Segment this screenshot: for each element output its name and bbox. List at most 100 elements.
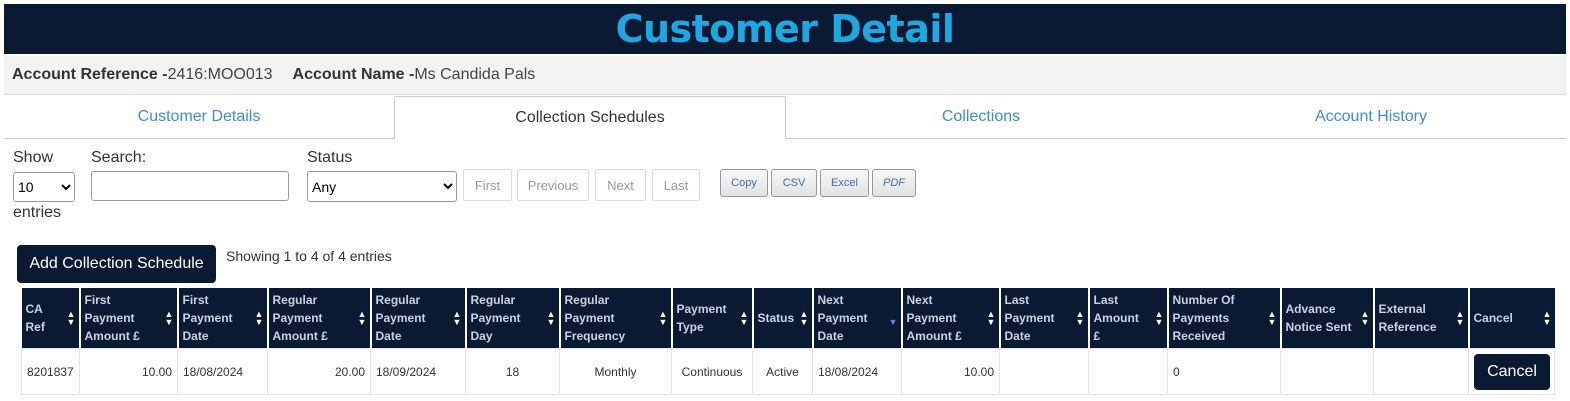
- cell-next-payment-amount: 10.00: [901, 348, 1000, 395]
- sort-icon: ▲ ▼: [1360, 309, 1370, 327]
- column-header-label: CA Ref: [25, 302, 45, 334]
- show-label: Show: [13, 149, 54, 166]
- column-header[interactable]: First Payment Amount £ ▲ ▼: [78, 288, 178, 349]
- cell-next-payment-date: 18/08/2024: [812, 348, 902, 395]
- page-length-select[interactable]: 10: [13, 172, 75, 202]
- tab-bar: Customer Details Collection Schedules Co…: [4, 96, 1566, 139]
- column-header[interactable]: Cancel ▲ ▼: [1467, 288, 1555, 349]
- cell-first-payment-amount: 10.00: [79, 348, 178, 395]
- cell-regular-payment-frequency: Monthly: [559, 348, 672, 395]
- column-header-label: Regular Payment Date: [375, 293, 426, 343]
- cell-external-reference: [1373, 348, 1469, 395]
- search-label: Search:: [91, 149, 147, 166]
- sort-icon: ▲ ▼: [357, 309, 367, 327]
- column-header[interactable]: First Payment Date ▲ ▼: [176, 288, 268, 349]
- sort-icon: ▲ ▼: [1542, 309, 1552, 327]
- entries-label: entries: [13, 204, 62, 221]
- csv-button[interactable]: CSV: [771, 169, 817, 197]
- table-header-row: CA Ref ▲ ▼ First Payment Amount £ ▲ ▼ First …: [21, 288, 1555, 349]
- next-page-button[interactable]: Next: [595, 169, 646, 201]
- cell-payment-type: Continuous: [671, 348, 753, 395]
- copy-button[interactable]: Copy: [720, 169, 768, 197]
- column-header-sorted[interactable]: Next Payment Date ▼: [811, 288, 902, 349]
- column-header-label: External Reference: [1378, 302, 1437, 334]
- column-header-label: Next Payment Amount £: [906, 293, 962, 343]
- first-page-button[interactable]: First: [463, 169, 512, 201]
- sort-icon: ▲ ▼: [1154, 309, 1164, 327]
- sort-icon: ▲ ▼: [452, 309, 462, 327]
- column-header-label: Regular Payment Frequency: [564, 293, 626, 343]
- sort-icon: ▲ ▼: [1075, 309, 1085, 327]
- sort-icon: ▲ ▼: [254, 309, 264, 327]
- column-header-label: Advance Notice Sent: [1285, 302, 1352, 334]
- cell-regular-payment-day: 18: [465, 348, 560, 395]
- account-reference-value: 2416:MOO013: [167, 66, 273, 83]
- page-title: Customer Detail: [615, 7, 955, 51]
- column-header[interactable]: Status ▲ ▼: [751, 288, 813, 349]
- column-header[interactable]: External Reference ▲ ▼: [1372, 288, 1469, 349]
- column-header[interactable]: Payment Type ▲ ▼: [670, 288, 753, 349]
- collection-schedules-table: CA Ref ▲ ▼ First Payment Amount £ ▲ ▼ First …: [21, 288, 1555, 395]
- cell-number-of-payments: 0: [1167, 348, 1281, 395]
- sort-icon: ▲ ▼: [1455, 309, 1465, 327]
- sort-icon: ▲ ▼: [1267, 309, 1277, 327]
- column-header[interactable]: Regular Payment Frequency ▲ ▼: [558, 288, 672, 349]
- column-header-label: Regular Payment Amount £: [272, 293, 328, 343]
- sort-desc-icon: ▼: [888, 317, 898, 327]
- sort-icon: ▲ ▼: [739, 309, 749, 327]
- cell-last-amount: [1088, 348, 1168, 395]
- column-header[interactable]: Advance Notice Sent ▲ ▼: [1279, 288, 1374, 349]
- tab-collections[interactable]: Collections: [786, 96, 1176, 138]
- previous-page-button[interactable]: Previous: [517, 169, 589, 201]
- column-header[interactable]: Regular Payment Date ▲ ▼: [369, 288, 466, 349]
- cell-last-payment-date: [999, 348, 1089, 395]
- account-reference-label: Account Reference -: [12, 66, 168, 83]
- column-header-label: First Payment Amount £: [84, 293, 140, 343]
- tab-account-history[interactable]: Account History: [1176, 96, 1566, 138]
- sort-icon: ▲ ▼: [658, 309, 668, 327]
- table-info: Showing 1 to 4 of 4 entries: [226, 248, 392, 264]
- status-label: Status: [307, 149, 353, 166]
- column-header-label: Number Of Payments Received: [1172, 293, 1235, 343]
- table-row: 8201837 10.00 18/08/2024 20.00 18/09/202…: [21, 348, 1555, 395]
- column-header[interactable]: Number Of Payments Received ▲ ▼: [1166, 288, 1281, 349]
- column-header[interactable]: Regular Payment Amount £ ▲ ▼: [266, 288, 371, 349]
- sort-icon: ▲ ▼: [66, 309, 76, 327]
- cell-regular-payment-date: 18/09/2024: [370, 348, 466, 395]
- search-input[interactable]: [91, 171, 289, 201]
- cell-advance-notice-sent: [1280, 348, 1374, 395]
- last-page-button[interactable]: Last: [652, 169, 700, 201]
- title-bar: Customer Detail: [4, 4, 1566, 54]
- status-select[interactable]: Any: [307, 171, 457, 202]
- account-name-value: Ms Candida Pals: [414, 66, 536, 83]
- cell-status: Active: [752, 348, 813, 395]
- pdf-button[interactable]: PDF: [872, 169, 916, 197]
- column-header-label: Status: [757, 311, 795, 325]
- sort-icon: ▲ ▼: [986, 309, 996, 327]
- column-header-label: Next Payment Date: [817, 293, 868, 343]
- account-bar: Account Reference - 2416:MOO013 Account …: [4, 56, 1566, 95]
- account-name-label: Account Name -: [292, 66, 415, 83]
- excel-button[interactable]: Excel: [820, 169, 869, 197]
- tab-customer-details[interactable]: Customer Details: [4, 96, 394, 138]
- column-header[interactable]: Regular Payment Day ▲ ▼: [464, 288, 560, 349]
- cancel-schedule-button[interactable]: Cancel: [1474, 353, 1550, 390]
- add-collection-schedule-button[interactable]: Add Collection Schedule: [17, 245, 216, 283]
- column-header[interactable]: Next Payment Amount £ ▲ ▼: [900, 288, 1000, 349]
- cell-ca-ref: 8201837: [21, 348, 80, 395]
- column-header[interactable]: Last Amount £ ▲ ▼: [1087, 288, 1168, 349]
- tab-collection-schedules[interactable]: Collection Schedules: [394, 96, 786, 139]
- cell-regular-payment-amount: 20.00: [267, 348, 371, 395]
- column-header-label: Last Payment Date: [1004, 293, 1055, 343]
- column-header-label: First Payment Date: [182, 293, 233, 343]
- cell-cancel: Cancel: [1468, 348, 1555, 395]
- column-header[interactable]: CA Ref ▲ ▼: [21, 288, 80, 349]
- column-header-label: Cancel: [1473, 311, 1513, 325]
- sort-icon: ▲ ▼: [164, 309, 174, 327]
- sort-icon: ▲ ▼: [546, 309, 556, 327]
- column-header[interactable]: Last Payment Date ▲ ▼: [998, 288, 1089, 349]
- column-header-label: Payment Type: [676, 302, 727, 334]
- column-header-label: Last Amount £: [1093, 293, 1139, 343]
- cell-first-payment-date: 18/08/2024: [177, 348, 268, 395]
- sort-icon: ▲ ▼: [799, 309, 809, 327]
